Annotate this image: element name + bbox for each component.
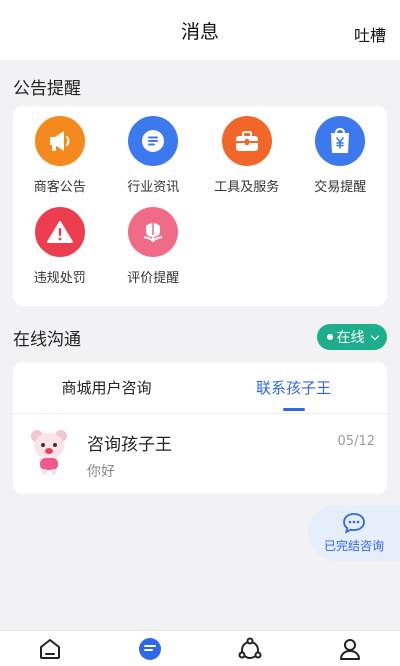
toolbox-icon (221, 116, 272, 166)
completed-consultations-button[interactable]: 已完结咨询 (308, 505, 400, 561)
notice-item-label: 交易提醒 (314, 180, 367, 195)
notice-item-label: 违规处罚 (33, 271, 86, 286)
online-section-header: 在线沟通 在线 (0, 312, 400, 362)
flower-icon (128, 207, 179, 257)
feedback-button[interactable]: 吐槽 (354, 22, 386, 46)
notice-item-label: 商客公告 (33, 180, 86, 195)
home-icon (40, 638, 60, 659)
chat-card: 商城用户咨询 联系孩子王 咨询孩子王 你好 05/12 (13, 362, 387, 494)
message-icon (139, 637, 161, 660)
notices-card: 商客公告 行业资讯 工具及服务 交易提醒 违规处罚 评价提醒 (13, 106, 387, 306)
completed-consultations-label: 已完结咨询 (323, 539, 384, 553)
megaphone-icon (34, 116, 85, 166)
notice-item-trade-reminder[interactable]: 交易提醒 (294, 116, 388, 195)
notice-item-label: 行业资讯 (127, 180, 180, 195)
header-bar: 消息 吐槽 (0, 0, 400, 60)
avatar (31, 430, 67, 475)
conversation-item[interactable]: 咨询孩子王 你好 05/12 (13, 414, 387, 494)
notice-item-review-reminder[interactable]: 评价提醒 (107, 207, 201, 286)
warning-icon (34, 207, 85, 257)
chat-tabs: 商城用户咨询 联系孩子王 (13, 362, 387, 414)
online-status-toggle[interactable]: 在线 (317, 324, 387, 350)
notice-item-label: 评价提醒 (127, 271, 180, 286)
circle-network-icon (238, 637, 262, 659)
chat-bubble-icon (343, 513, 365, 534)
user-icon (340, 638, 360, 660)
chevron-down-icon (370, 331, 379, 340)
notice-item-merchant-announcement[interactable]: 商客公告 (13, 116, 107, 195)
nav-home[interactable] (30, 632, 70, 666)
notice-item-industry-news[interactable]: 行业资讯 (107, 116, 201, 195)
conversation-date: 05/12 (337, 434, 375, 449)
tab-contact-haiziwang[interactable]: 联系孩子王 (200, 362, 387, 413)
shopping-bag-icon (315, 116, 366, 166)
nav-community[interactable] (230, 632, 270, 666)
conversation-preview: 你好 (87, 464, 115, 480)
news-icon (128, 116, 179, 166)
conversation-name: 咨询孩子王 (87, 435, 172, 455)
tab-mall-user-consult[interactable]: 商城用户咨询 (13, 362, 200, 413)
status-dot-icon (326, 334, 333, 340)
nav-messages[interactable] (130, 632, 170, 666)
notice-item-violation-penalty[interactable]: 违规处罚 (13, 207, 107, 286)
bottom-nav (0, 630, 400, 666)
online-status-label: 在线 (336, 330, 365, 346)
nav-profile[interactable] (330, 632, 370, 666)
notice-item-label: 工具及服务 (214, 180, 280, 195)
online-section-title: 在线沟通 (13, 329, 81, 350)
notices-section-title: 公告提醒 (13, 79, 81, 99)
page-title: 消息 (180, 20, 219, 43)
notice-item-tools-services[interactable]: 工具及服务 (200, 116, 294, 195)
